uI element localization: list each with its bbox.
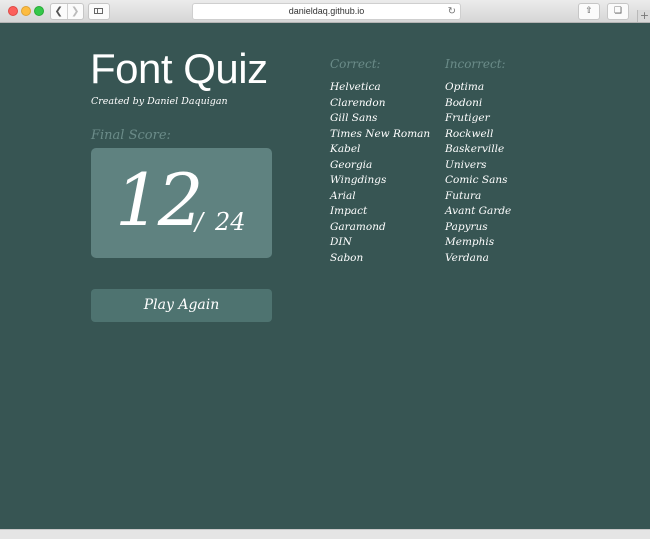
plus-icon: + <box>639 9 650 22</box>
zoom-window-icon[interactable] <box>34 6 44 16</box>
address-bar[interactable]: danieldaq.github.io ↻ <box>192 3 461 20</box>
list-item: Baskerville <box>445 143 505 155</box>
list-item: Optima <box>445 81 485 93</box>
list-item: Sabon <box>330 251 364 264</box>
list-item: Helvetica <box>330 81 381 93</box>
share-icon: ⇧ <box>585 6 593 16</box>
list-item: Avant Garde <box>445 205 512 217</box>
incorrect-list: Optima Bodoni Frutiger Rockwell Baskervi… <box>445 80 511 266</box>
minimize-window-icon[interactable] <box>21 6 31 16</box>
list-item: Kabel <box>330 143 361 155</box>
list-item: Comic Sans <box>445 174 508 186</box>
new-tab-button[interactable]: + <box>637 10 650 22</box>
list-item: Garamond <box>330 220 386 233</box>
author-credit: Created by Daniel Daquigan <box>91 96 228 107</box>
play-again-button[interactable]: Play Again <box>91 289 272 322</box>
correct-heading: Correct: <box>330 57 381 71</box>
list-item: Clarendon <box>330 96 386 109</box>
list-item: Georgia <box>330 158 373 171</box>
correct-list: Helvetica Clarendon Gill Sans Times New … <box>330 80 430 266</box>
page-title: Font Quiz <box>90 45 268 92</box>
list-item: Verdana <box>445 251 489 264</box>
list-item: Papyrus <box>445 220 488 233</box>
back-arrow-icon[interactable]: ❮ <box>51 4 67 19</box>
list-item: Impact <box>330 205 368 217</box>
list-item: Times New Roman <box>330 127 431 140</box>
sidebar-toggle-button[interactable] <box>88 3 110 20</box>
forward-arrow-icon[interactable]: ❯ <box>66 4 84 19</box>
list-item: Gill Sans <box>330 112 378 124</box>
list-item: DIN <box>330 236 352 248</box>
url-text: danieldaq.github.io <box>288 6 365 16</box>
reload-icon[interactable]: ↻ <box>448 4 456 19</box>
list-item: Frutiger <box>445 112 490 124</box>
list-item: Rockwell <box>445 127 494 140</box>
score-separator: / <box>195 208 204 236</box>
list-item: Arial <box>330 189 356 202</box>
browser-toolbar: ❮ ❯ danieldaq.github.io ↻ ⇧ ❏ + <box>0 0 650 23</box>
list-item: Memphis <box>445 236 495 248</box>
final-score-label: Final Score: <box>91 128 171 143</box>
list-item: Futura <box>445 189 482 202</box>
sidebar-icon <box>94 8 103 14</box>
nav-buttons: ❮ ❯ <box>50 3 84 20</box>
tabs-icon: ❏ <box>613 6 623 16</box>
incorrect-heading: Incorrect: <box>445 57 506 71</box>
list-item: Bodoni <box>445 96 483 109</box>
score-card: 12 / 24 <box>91 148 272 258</box>
show-tabs-button[interactable]: ❏ <box>607 3 629 20</box>
score-value: 12 <box>115 158 204 242</box>
list-item: Univers <box>445 158 487 171</box>
close-window-icon[interactable] <box>8 6 18 16</box>
list-item: Wingdings <box>330 174 387 186</box>
score-total: 24 <box>215 208 246 236</box>
share-button[interactable]: ⇧ <box>578 3 600 20</box>
